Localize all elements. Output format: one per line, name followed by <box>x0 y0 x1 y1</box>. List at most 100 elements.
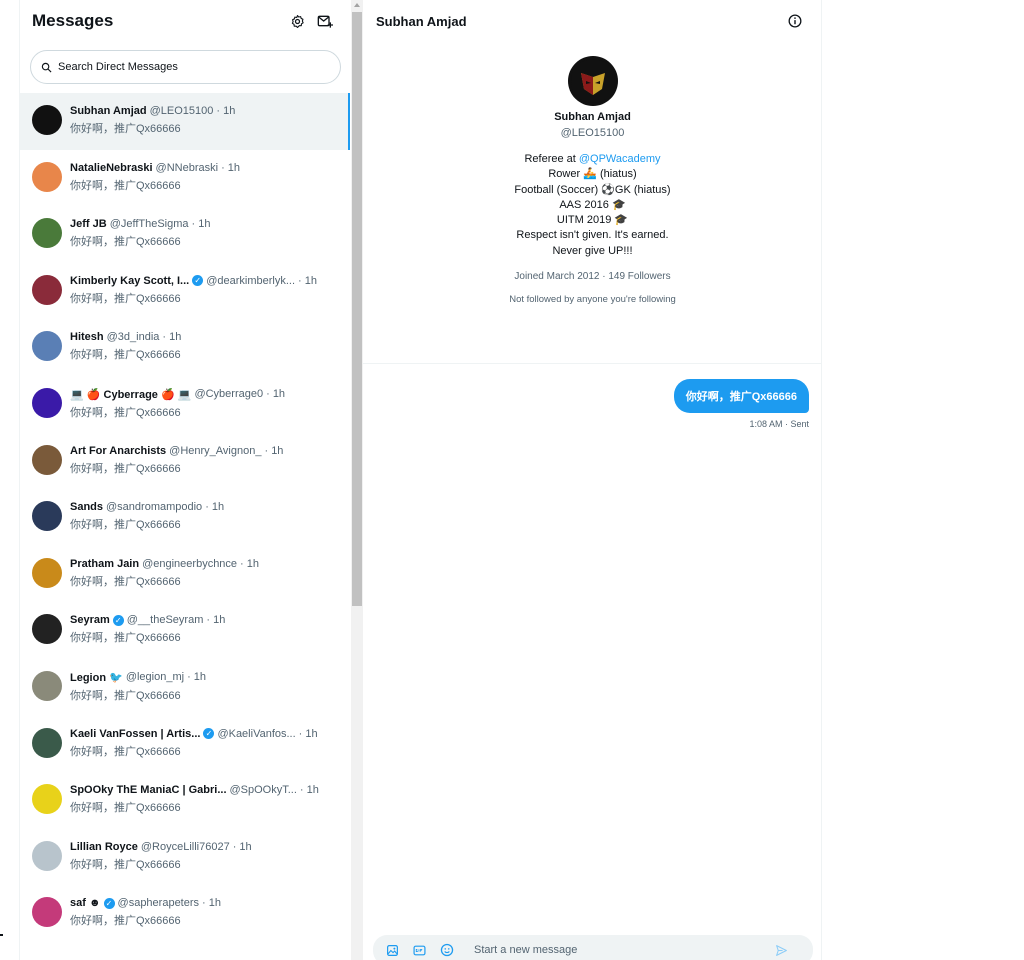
conversation-item[interactable]: Art For Anarchists @Henry_Avignon_ · 1h 你好啊… <box>20 433 350 490</box>
conversation-name: 💻 🍎 Cyberrage 🍎 💻 <box>70 388 192 401</box>
conversation-time: · 1h <box>298 727 318 740</box>
message-input[interactable] <box>474 944 764 956</box>
conversation-body: 💻 🍎 Cyberrage 🍎 💻 @Cyberrage0 · 1h 你好啊，推广Qx… <box>70 388 338 420</box>
conversation-item[interactable]: Sands @sandromampodio · 1h 你好啊，推广Qx66666 <box>20 489 350 546</box>
conversation-preview: 你好啊，推广Qx66666 <box>70 462 181 475</box>
conversation-handle: @legion_mj <box>125 671 185 684</box>
conversation-name: SpOOky ThE ManiaC | Gabri... <box>70 784 227 797</box>
conversation-item[interactable]: 💻 🍎 Cyberrage 🍎 💻 @Cyberrage0 · 1h 你好啊，推广Qx… <box>20 376 350 433</box>
avatar[interactable] <box>32 444 62 475</box>
conversation-header: 💻 🍎 Cyberrage 🍎 💻 @Cyberrage0 · 1h <box>70 388 338 401</box>
avatar[interactable] <box>32 727 62 758</box>
search-input[interactable] <box>58 61 308 73</box>
gif-icon[interactable] <box>410 941 429 960</box>
conversation-body: SpOOky ThE ManiaC | Gabri... @SpOOkyT... ·… <box>70 784 338 815</box>
conversation-name: Art For Anarchists <box>70 444 167 457</box>
bio-line: Respect isn't given. It's earned. <box>516 229 669 242</box>
conversation-list: Subhan Amjad @LEO15100 · 1h 你好啊，推广Qx66666 Na… <box>20 93 350 942</box>
conversation-item[interactable]: Hitesh @3d_india · 1h 你好啊，推广Qx66666 <box>20 319 350 376</box>
avatar[interactable] <box>32 784 62 815</box>
avatar[interactable] <box>32 331 62 362</box>
conversation-item[interactable]: Jeff JB @JeffTheSigma · 1h 你好啊，推广Qx66666 <box>20 206 350 263</box>
conversation-time: · 1h <box>266 388 286 401</box>
conversation-time: · 1h <box>232 840 252 853</box>
emoji-icon[interactable] <box>437 941 456 960</box>
conversation-header: Kaeli VanFossen | Artis... ✓ @KaeliVanfos.… <box>70 728 338 740</box>
chat-panel: Subhan Amjad Subhan Amjad @LEO15100 Refe… <box>363 0 822 960</box>
conversation-time: · 1h <box>299 784 319 797</box>
conversation-time: · 1h <box>191 218 211 231</box>
media-icon[interactable] <box>383 941 402 960</box>
conversation-name: Legion 🐦 <box>70 671 123 684</box>
conversation-item[interactable]: Legion 🐦 @legion_mj · 1h 你好啊，推广Qx66666 <box>20 659 350 716</box>
bio-line: Referee at @QPWacademy <box>363 152 822 167</box>
profile-avatar[interactable] <box>567 56 618 106</box>
conversation-preview: 你好啊，推广Qx66666 <box>70 349 181 362</box>
conversation-item[interactable]: Kaeli VanFossen | Artis... ✓ @KaeliVanfos.… <box>20 716 350 773</box>
conversation-name: Pratham Jain <box>70 557 140 570</box>
conversation-item[interactable]: Seyram ✓ @__theSeyram · 1h 你好啊，推广Qx66666 <box>20 602 350 659</box>
conversation-item[interactable]: SpOOky ThE ManiaC | Gabri... @SpOOkyT... ·… <box>20 772 350 829</box>
avatar[interactable] <box>32 218 62 249</box>
profile-meta: Joined March 2012 · 149 Followers <box>514 271 671 283</box>
conversation-time: · 1h <box>205 501 225 514</box>
info-icon[interactable] <box>781 7 809 35</box>
profile-summary[interactable]: Subhan Amjad @LEO15100 Referee at @QPWac… <box>363 56 822 305</box>
avatar[interactable] <box>32 161 62 192</box>
avatar[interactable] <box>32 840 62 871</box>
conversation-body: Pratham Jain @engineerbychnce · 1h 你好啊，推广Qx… <box>70 558 338 589</box>
scrollbar[interactable] <box>351 0 363 960</box>
message-composer <box>373 935 813 960</box>
conversation-header: Sands @sandromampodio · 1h <box>70 501 338 513</box>
conversation-item[interactable]: Pratham Jain @engineerbychnce · 1h 你好啊，推广Qx… <box>20 546 350 603</box>
conversation-header: Hitesh @3d_india · 1h <box>70 331 338 343</box>
conversation-preview: 你好啊，推广Qx66666 <box>70 858 181 871</box>
avatar[interactable] <box>32 670 62 701</box>
settings-gear-icon[interactable] <box>283 7 311 35</box>
verified-badge-icon: ✓ <box>103 897 115 909</box>
avatar[interactable] <box>32 274 62 305</box>
avatar[interactable] <box>32 614 62 645</box>
conversation-body: NatalieNebraski @NNebraski · 1h 你好啊，推广Qx666… <box>70 162 338 193</box>
conversation-handle: @Henry_Avignon_ <box>169 444 262 457</box>
conversation-preview: 你好啊，推广Qx66666 <box>70 123 181 135</box>
conversation-preview: 你好啊，推广Qx66666 <box>70 689 181 702</box>
inbox-title: Messages <box>32 11 114 30</box>
conversation-header: Art For Anarchists @Henry_Avignon_ · 1h <box>70 445 338 457</box>
send-icon[interactable] <box>772 941 791 960</box>
conversation-preview: 你好啊，推广Qx66666 <box>70 745 181 758</box>
conversation-preview: 你好啊，推广Qx66666 <box>70 575 181 588</box>
bio-mention-link[interactable]: @QPWacademy <box>579 153 661 165</box>
conversation-header: Jeff JB @JeffTheSigma · 1h <box>70 218 338 230</box>
conversation-preview: 你好啊，推广Qx66666 <box>70 179 181 192</box>
sent-message-bubble[interactable]: 你好啊，推广Qx66666 <box>673 379 809 413</box>
conversation-handle: @NNebraski <box>155 161 219 174</box>
conversation-item[interactable]: Lillian Royce @RoyceLilli76027 · 1h 你好啊，推广Q… <box>20 829 350 886</box>
bio-line: Rower 🚣 (hiatus) <box>548 168 637 181</box>
avatar[interactable] <box>32 387 62 418</box>
avatar[interactable] <box>32 897 62 928</box>
conversation-name: Seyram <box>70 614 110 627</box>
conversation-item[interactable]: Subhan Amjad @LEO15100 · 1h 你好啊，推广Qx66666 <box>20 93 350 150</box>
conversation-name: saf ☻ <box>70 897 101 910</box>
search-box[interactable] <box>30 50 341 84</box>
conversation-handle: @Cyberrage0 <box>194 388 264 401</box>
conversation-handle: @JeffTheSigma <box>109 218 189 231</box>
conversation-header: saf ☻ ✓ @sapherapeters · 1h <box>70 897 338 909</box>
avatar[interactable] <box>32 105 62 135</box>
profile-name: Subhan Amjad <box>554 111 631 123</box>
message-status: 1:08 AM · Sent <box>749 419 809 429</box>
new-message-icon[interactable] <box>311 7 339 35</box>
conversation-time: · 1h <box>264 444 284 457</box>
scroll-up-arrow-icon[interactable] <box>354 3 360 7</box>
conversation-preview: 你好啊，推广Qx66666 <box>70 915 181 928</box>
bio-line: UITM 2019 🎓 <box>556 214 629 227</box>
conversation-item[interactable]: NatalieNebraski @NNebraski · 1h 你好啊，推广Qx666… <box>20 150 350 207</box>
conversation-item[interactable]: saf ☻ ✓ @sapherapeters · 1h 你好啊，推广Qx66666 <box>20 885 350 942</box>
bio-line: Football (Soccer) ⚽GK (hiatus) <box>514 183 671 196</box>
conversation-item[interactable]: Kimberly Kay Scott, I... ✓ @dearkimberlyk.… <box>20 263 350 320</box>
avatar[interactable] <box>32 557 62 588</box>
conversation-preview: 你好啊，推广Qx66666 <box>70 236 181 249</box>
avatar[interactable] <box>32 501 62 532</box>
scrollbar-thumb[interactable] <box>352 12 362 606</box>
